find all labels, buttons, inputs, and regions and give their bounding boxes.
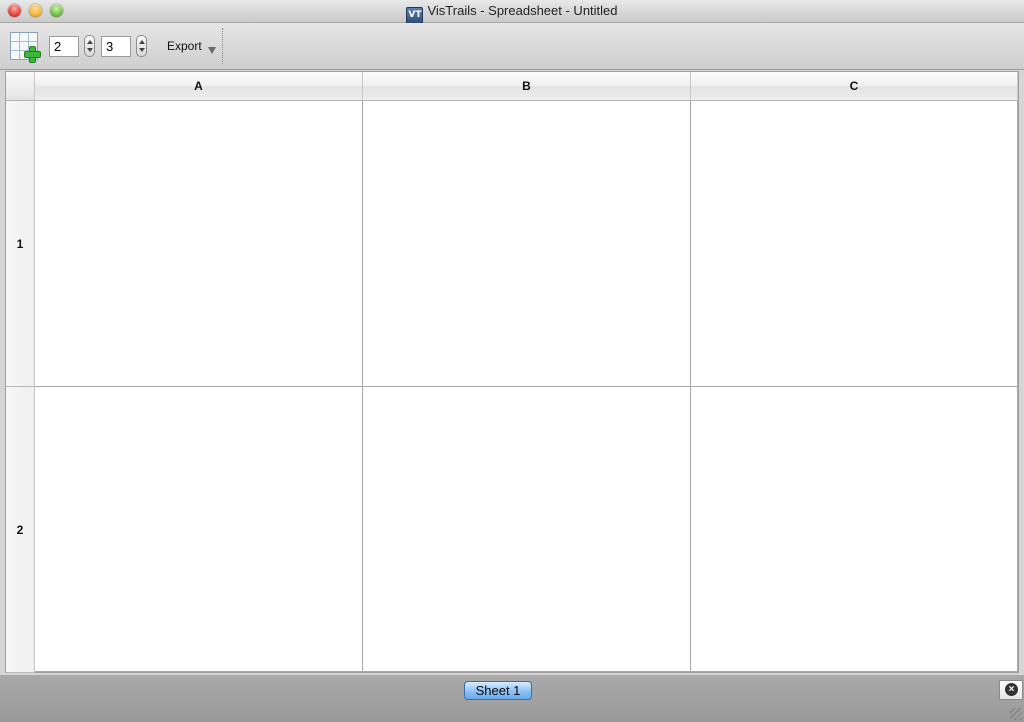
stepper-up-icon[interactable]: [87, 40, 93, 44]
export-button[interactable]: Export: [167, 39, 202, 53]
row-header-label: 2: [16, 522, 24, 537]
resize-grip-icon[interactable]: [1010, 708, 1022, 720]
close-sheet-button[interactable]: ×: [999, 680, 1023, 700]
window-title: VisTrails - Spreadsheet - Untitled: [427, 3, 618, 18]
cell-b1[interactable]: [363, 101, 691, 387]
vistrails-spreadsheet-window: VT VisTrails - Spreadsheet - Untitled 2 3…: [0, 0, 1024, 722]
close-icon: ×: [1005, 683, 1018, 696]
select-all-corner[interactable]: [6, 72, 35, 101]
stepper-up-icon[interactable]: [139, 40, 145, 44]
row-count-input[interactable]: 2: [49, 36, 79, 57]
toolbar-separator: [222, 28, 223, 64]
column-header-c[interactable]: C: [691, 72, 1018, 101]
title-bar[interactable]: VT VisTrails - Spreadsheet - Untitled: [0, 0, 1024, 24]
window-title-container: VT VisTrails - Spreadsheet - Untitled: [0, 3, 1024, 24]
sheet-tab-bar: Sheet 1 ×: [0, 675, 1024, 722]
spreadsheet-grid[interactable]: A B C 1 2: [5, 71, 1019, 673]
plus-icon: [24, 46, 41, 63]
add-sheet-button[interactable]: [10, 32, 41, 63]
row-count-stepper[interactable]: [84, 35, 95, 57]
cell-c1[interactable]: [691, 101, 1018, 387]
stepper-down-icon[interactable]: [87, 48, 93, 52]
toolbar: 2 3 Export: [0, 23, 1024, 70]
column-count-input[interactable]: 3: [101, 36, 131, 57]
row-header-label: 1: [16, 236, 24, 251]
cell-a2[interactable]: [35, 387, 363, 672]
column-count-stepper[interactable]: [136, 35, 147, 57]
vistrails-app-icon: VT: [406, 7, 424, 24]
row-header-1[interactable]: 1: [6, 101, 35, 387]
chevron-down-icon[interactable]: [208, 47, 216, 54]
column-header-a[interactable]: A: [35, 72, 363, 101]
row-header-2[interactable]: 2: [6, 387, 35, 673]
column-header-b[interactable]: B: [363, 72, 691, 101]
cell-a1[interactable]: [35, 101, 363, 387]
tab-sheet-1[interactable]: Sheet 1: [464, 681, 532, 700]
stepper-down-icon[interactable]: [139, 48, 145, 52]
cell-c2[interactable]: [691, 387, 1018, 672]
cell-b2[interactable]: [363, 387, 691, 672]
